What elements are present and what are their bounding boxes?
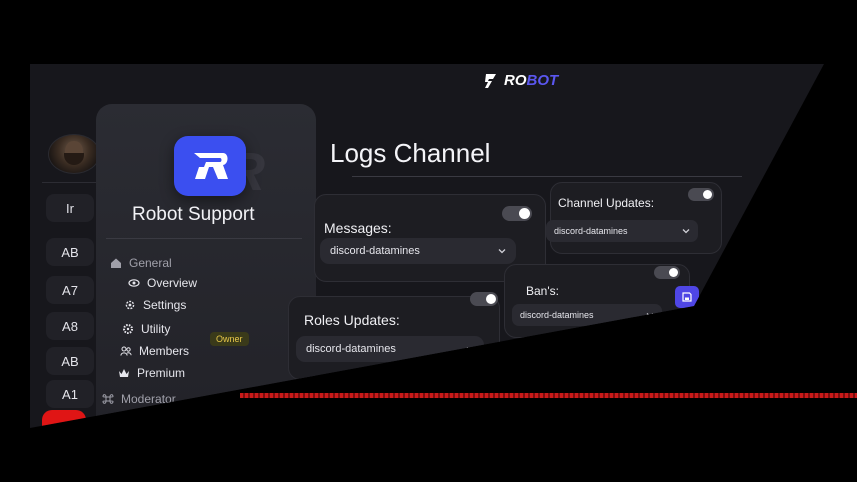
dashboard-window: ROBOT Ir AB A7 A8 AB A1 Robot Support Ge…: [30, 64, 824, 428]
sidebar-item-overview[interactable]: Overview: [128, 276, 197, 290]
chevron-down-icon: [498, 249, 506, 254]
user-avatar[interactable]: [48, 134, 100, 174]
sidebar-item-utility[interactable]: Utility: [122, 322, 170, 336]
card-label: Messages:: [324, 220, 392, 236]
title-divider: [352, 176, 742, 177]
sidebar-section-label: General: [129, 256, 172, 270]
rail-flag-server[interactable]: [42, 410, 86, 428]
sidebar-item-settings[interactable]: Settings: [124, 298, 186, 312]
server-name: Robot Support: [132, 204, 255, 225]
brand-suffix: BOT: [526, 72, 559, 89]
select-value: discord-datamines: [520, 310, 594, 320]
sidebar-section-moderator[interactable]: Moderator: [102, 392, 176, 406]
sidebar-item-label: Premium: [137, 366, 186, 380]
save-button[interactable]: [675, 286, 699, 308]
command-icon: [102, 394, 114, 404]
select-value: discord-datamines: [306, 343, 396, 355]
server-logo[interactable]: [174, 136, 246, 196]
card-label: Ban's:: [526, 284, 559, 298]
owner-badge: Owner: [210, 332, 249, 346]
messages-channel-select[interactable]: discord-datamines: [320, 238, 516, 264]
sidebar-item-label: Settings: [143, 298, 187, 312]
sidebar-item-premium[interactable]: Premium: [118, 366, 185, 380]
channel-updates-select[interactable]: discord-datamines: [546, 220, 698, 242]
chevron-down-icon: [466, 347, 474, 352]
rail-divider: [42, 182, 102, 183]
channel-updates-toggle[interactable]: [688, 188, 714, 201]
robot-r-icon: [194, 153, 228, 179]
select-value: discord-datamines: [554, 226, 628, 236]
members-icon: [120, 346, 132, 356]
bans-toggle[interactable]: [654, 266, 680, 279]
rail-server-button[interactable]: Ir: [46, 194, 94, 222]
brand-logo[interactable]: ROBOT: [484, 72, 558, 89]
home-icon: [111, 258, 121, 268]
bans-channel-select[interactable]: discord-datamines: [512, 304, 662, 326]
sidebar-section-general[interactable]: General: [110, 256, 172, 270]
eye-icon: [128, 279, 140, 287]
messages-toggle[interactable]: [502, 206, 532, 221]
robot-logo-icon: [485, 73, 496, 88]
page-title: Logs Channel: [330, 138, 491, 168]
card-label: Roles Updates:: [304, 312, 400, 328]
perspective-stage: ROBOT Ir AB A7 A8 AB A1 Robot Support Ge…: [0, 0, 857, 482]
sidebar-item-label: Members: [139, 344, 190, 358]
toggle-knob: [486, 294, 496, 304]
roles-updates-select[interactable]: discord-datamines: [296, 336, 484, 362]
sidebar-item-label: Overview: [147, 276, 198, 290]
card-label: Channel Updates:: [558, 196, 655, 210]
chevron-down-icon: [682, 229, 690, 234]
toggle-knob: [519, 208, 530, 219]
sidebar-divider: [106, 238, 302, 239]
select-value: discord-datamines: [330, 245, 420, 257]
decorative-stripe: [240, 393, 857, 398]
server-sidebar: R Robot Support General Overview Setting…: [96, 104, 316, 428]
toggle-knob: [703, 190, 712, 199]
rail-server-button[interactable]: AB: [46, 238, 94, 266]
avatar-beard: [64, 153, 84, 165]
save-icon: [682, 292, 692, 302]
sidebar-item-label: Utility: [141, 322, 171, 336]
rail-server-button[interactable]: AB: [46, 347, 94, 375]
sidebar-section-label: Moderator: [121, 392, 176, 406]
rail-server-button[interactable]: A8: [46, 312, 94, 340]
rail-server-button[interactable]: A1: [46, 380, 94, 408]
crown-icon: [119, 369, 129, 377]
brand-prefix: RO: [504, 72, 527, 89]
toggle-knob: [669, 268, 678, 277]
rail-server-button[interactable]: A7: [46, 276, 94, 304]
sidebar-item-members[interactable]: Members: [120, 344, 189, 358]
gear-icon: [125, 300, 135, 310]
cog-icon: [123, 324, 133, 334]
chevron-down-icon: [646, 313, 654, 318]
roles-updates-toggle[interactable]: [470, 292, 498, 306]
